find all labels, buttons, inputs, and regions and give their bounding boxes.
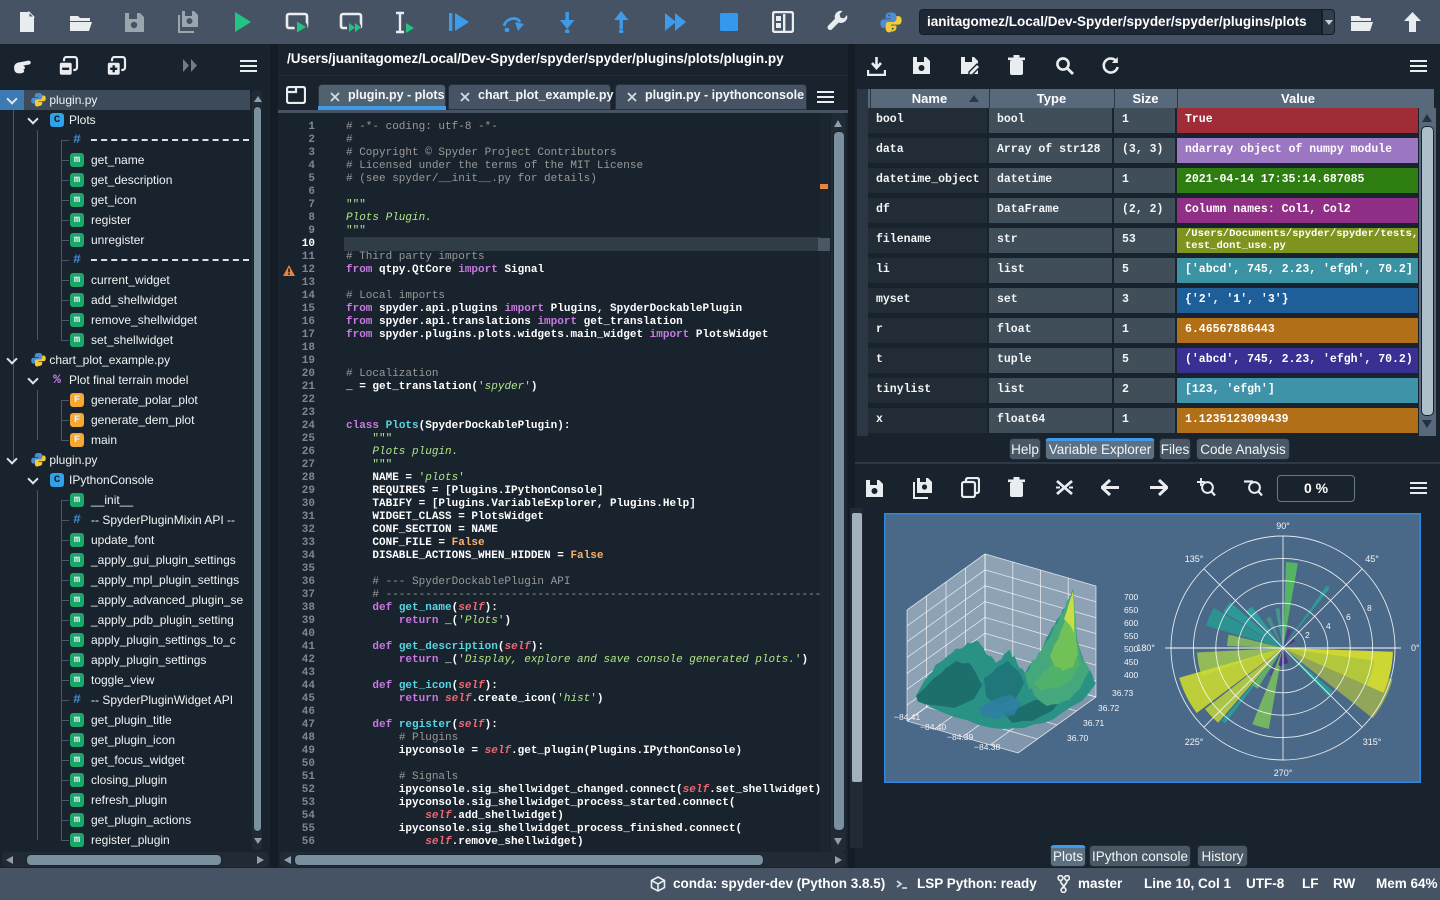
svg-text:−84.41: −84.41 xyxy=(894,712,921,722)
svg-text:36.70: 36.70 xyxy=(1067,733,1089,743)
svg-text:36.72: 36.72 xyxy=(1098,703,1120,713)
svg-text:650: 650 xyxy=(1124,605,1138,615)
svg-text:315°: 315° xyxy=(1363,737,1382,747)
svg-text:0°: 0° xyxy=(1411,643,1420,653)
svg-text:400: 400 xyxy=(1124,670,1138,680)
svg-text:135°: 135° xyxy=(1185,554,1204,564)
svg-text:700: 700 xyxy=(1124,592,1138,602)
svg-text:90°: 90° xyxy=(1276,521,1290,531)
svg-text:270°: 270° xyxy=(1274,768,1293,778)
svg-text:6: 6 xyxy=(1346,612,1351,622)
svg-text:180°: 180° xyxy=(1136,643,1155,653)
svg-text:2: 2 xyxy=(1305,630,1310,640)
svg-text:−84.38: −84.38 xyxy=(974,742,1001,752)
svg-text:8: 8 xyxy=(1367,603,1372,613)
svg-text:36.71: 36.71 xyxy=(1083,718,1105,728)
svg-text:−84.39: −84.39 xyxy=(947,732,974,742)
svg-text:4: 4 xyxy=(1326,621,1331,631)
svg-text:450: 450 xyxy=(1124,657,1138,667)
svg-text:225°: 225° xyxy=(1185,737,1204,747)
svg-text:45°: 45° xyxy=(1365,554,1379,564)
svg-text:36.73: 36.73 xyxy=(1112,688,1134,698)
svg-text:550: 550 xyxy=(1124,631,1138,641)
svg-text:600: 600 xyxy=(1124,618,1138,628)
svg-text:−84.40: −84.40 xyxy=(920,722,947,732)
